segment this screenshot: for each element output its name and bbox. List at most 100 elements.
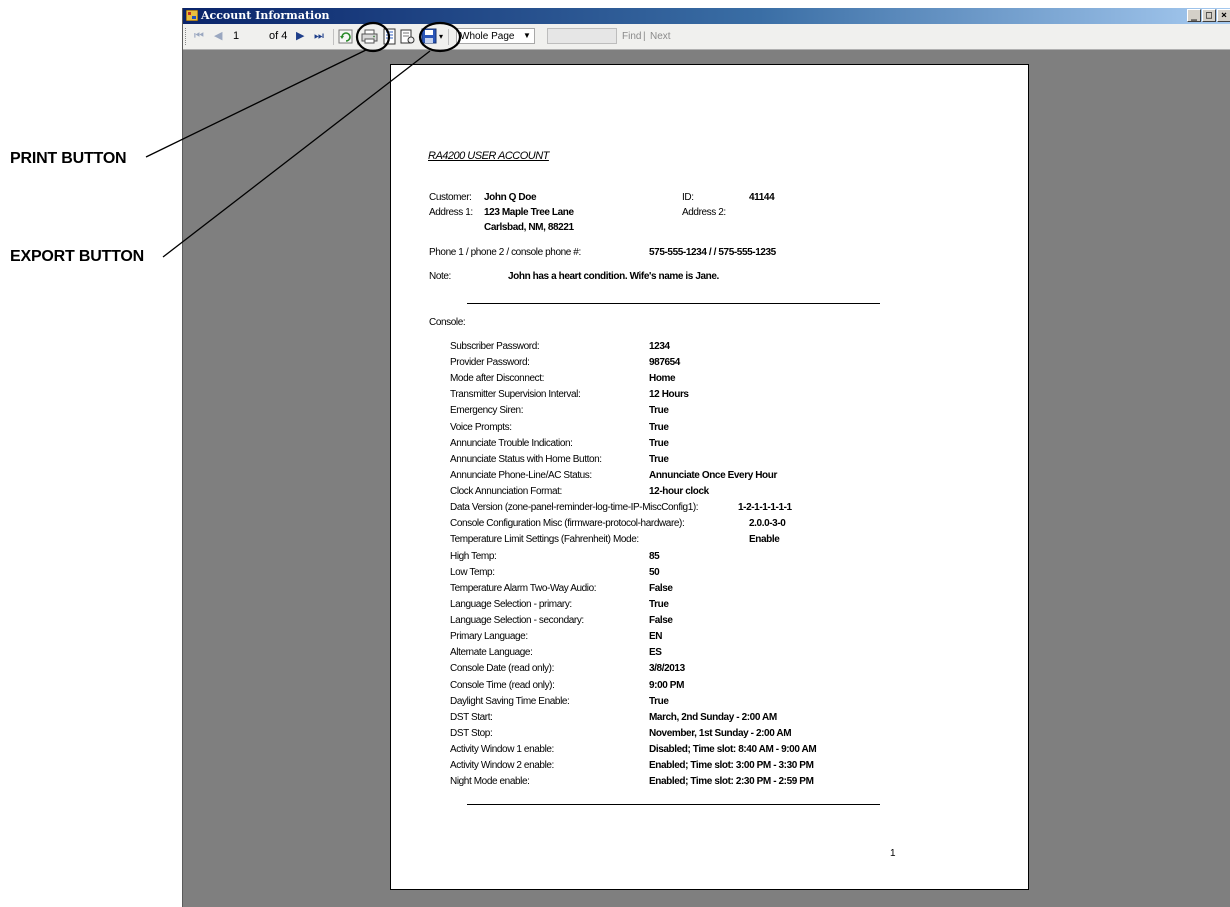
app-icon <box>186 10 198 21</box>
export-save-icon[interactable] <box>421 28 438 45</box>
setting-label: Console Configuration Misc (firmware-pro… <box>450 518 685 530</box>
setting-label: Emergency Siren: <box>450 405 524 417</box>
setting-value: True <box>649 421 669 433</box>
setting-value: 50 <box>649 566 660 578</box>
note-label: Note: <box>429 271 451 282</box>
find-link[interactable]: Find <box>622 24 641 49</box>
setting-label: DST Start: <box>450 711 493 723</box>
report-page: RA4200 USER ACCOUNT Customer: John Q Doe… <box>390 64 1029 890</box>
toolbar-separator <box>448 29 449 45</box>
last-page-icon[interactable]: ⏭ <box>314 24 324 49</box>
setting-value: ES <box>649 647 662 659</box>
setting-label: Console Date (read only): <box>450 663 554 675</box>
export-button-callout: EXPORT BUTTON <box>10 248 145 265</box>
id-value: 41144 <box>749 192 775 203</box>
next-page-icon[interactable]: ▶ <box>296 24 304 49</box>
setting-value: True <box>649 453 669 465</box>
setting-label: DST Stop: <box>450 727 493 739</box>
setting-label: Daylight Saving Time Enable: <box>450 695 570 707</box>
setting-label: Annunciate Trouble Indication: <box>450 437 573 449</box>
setting-label: Provider Password: <box>450 357 530 369</box>
close-button[interactable]: × <box>1217 9 1230 22</box>
setting-label: Transmitter Supervision Interval: <box>450 389 581 401</box>
find-input[interactable] <box>547 28 617 44</box>
setting-value: 85 <box>649 550 660 562</box>
address1-label: Address 1: <box>429 207 473 218</box>
report-viewer-window: Account Information _□× ⏮ ◀ 1 of 4 ▶ ⏭ <box>182 8 1230 907</box>
toolbar-separator <box>333 29 334 45</box>
setting-value: 1234 <box>649 341 670 352</box>
setting-label: Language Selection - primary: <box>450 598 572 610</box>
phone-value: 575-555-1234 / / 575-555-1235 <box>649 247 776 258</box>
chevron-down-icon[interactable]: ▼ <box>520 29 534 43</box>
setting-value: March, 2nd Sunday - 2:00 AM <box>649 711 777 723</box>
setting-value: Annunciate Once Every Hour <box>649 469 777 481</box>
find-next-link[interactable]: Next <box>650 24 671 49</box>
minimize-button[interactable]: _ <box>1187 9 1201 22</box>
setting-value: 2.0.0-3-0 <box>749 518 786 530</box>
id-label: ID: <box>682 192 694 203</box>
note-value: John has a heart condition. Wife's name … <box>508 271 719 282</box>
print-layout-icon[interactable] <box>381 28 398 45</box>
setting-value: 3/8/2013 <box>649 663 685 675</box>
divider <box>467 303 880 304</box>
setting-value: Enabled; Time slot: 3:00 PM - 3:30 PM <box>649 760 814 772</box>
print-icon[interactable] <box>361 28 378 45</box>
export-dropdown-icon[interactable]: ▾ <box>439 24 443 49</box>
setting-value: Enabled; Time slot: 2:30 PM - 2:59 PM <box>649 776 814 788</box>
divider <box>467 804 880 805</box>
setting-label: Night Mode enable: <box>450 776 530 788</box>
setting-label: Clock Annunciation Format: <box>450 486 562 498</box>
page-count: of 4 <box>269 30 288 42</box>
setting-label: Data Version (zone-panel-reminder-log-ti… <box>450 502 699 514</box>
setting-label: Voice Prompts: <box>450 421 512 433</box>
customer-value: John Q Doe <box>484 192 537 203</box>
previous-page-icon[interactable]: ◀ <box>214 24 222 49</box>
setting-label: Language Selection - secondary: <box>450 615 584 627</box>
setting-value: True <box>649 405 669 417</box>
setting-value: 9:00 PM <box>649 679 684 691</box>
page-setup-icon[interactable] <box>399 28 416 45</box>
setting-label: Alternate Language: <box>450 647 533 659</box>
find-separator: | <box>643 31 646 42</box>
page-number: 1 <box>890 848 896 859</box>
address1-line1: 123 Maple Tree Lane <box>484 207 574 218</box>
address2-label: Address 2: <box>682 207 726 218</box>
setting-label: Temperature Alarm Two-Way Audio: <box>450 582 597 594</box>
setting-value: 12 Hours <box>649 389 689 401</box>
zoom-value: Whole Page <box>460 31 515 42</box>
setting-value: EN <box>649 631 663 643</box>
setting-label: High Temp: <box>450 550 497 562</box>
report-title: RA4200 USER ACCOUNT <box>428 150 549 162</box>
maximize-button[interactable]: □ <box>1202 9 1216 22</box>
setting-value: Enable <box>749 534 780 546</box>
setting-label: Low Temp: <box>450 566 495 578</box>
setting-value: November, 1st Sunday - 2:00 AM <box>649 727 792 739</box>
setting-value: False <box>649 615 673 627</box>
setting-label: Temperature Limit Settings (Fahrenheit) … <box>450 534 639 546</box>
report-toolbar: ⏮ ◀ 1 of 4 ▶ ⏭ ▾ Whole Page ▼ Find | Nex… <box>183 24 1230 50</box>
setting-label: Primary Language: <box>450 631 528 643</box>
setting-value: Disabled; Time slot: 8:40 AM - 9:00 AM <box>649 744 817 755</box>
setting-value: True <box>649 598 669 610</box>
current-page-input[interactable]: 1 <box>230 29 263 44</box>
phone-label: Phone 1 / phone 2 / console phone #: <box>429 247 581 258</box>
setting-label: Mode after Disconnect: <box>450 373 545 385</box>
customer-label: Customer: <box>429 192 472 203</box>
print-button-callout: PRINT BUTTON <box>10 150 127 167</box>
setting-label: Console Time (read only): <box>450 679 555 691</box>
setting-label: Subscriber Password: <box>450 341 540 352</box>
refresh-icon[interactable] <box>337 28 354 45</box>
first-page-icon[interactable]: ⏮ <box>194 24 204 49</box>
setting-value: 1-2-1-1-1-1-1 <box>738 502 792 514</box>
setting-value: 12-hour clock <box>649 486 709 498</box>
setting-label: Annunciate Status with Home Button: <box>450 453 602 465</box>
title-bar: Account Information _ □ × <box>183 8 1230 24</box>
toolbar-separator <box>357 29 358 45</box>
setting-value: False <box>649 582 673 594</box>
setting-label: Activity Window 2 enable: <box>450 760 554 772</box>
zoom-select[interactable]: Whole Page ▼ <box>456 28 535 44</box>
toolbar-grip[interactable] <box>185 28 189 45</box>
setting-value: True <box>649 437 669 449</box>
setting-value: True <box>649 695 669 707</box>
